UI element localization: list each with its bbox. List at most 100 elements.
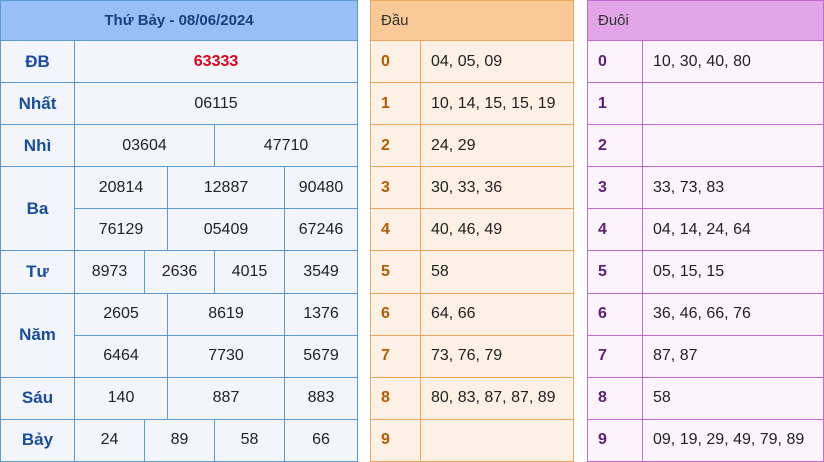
- prize-value: 20814: [74, 166, 168, 210]
- duoi-key: 7: [587, 334, 643, 378]
- dau-values: 04, 05, 09: [420, 40, 574, 84]
- prize-value: 5679: [283, 334, 359, 378]
- prize-value: 2605: [74, 292, 168, 336]
- prize-row-nhat: Nhất 06115: [0, 82, 359, 126]
- dau-values: 10, 14, 15, 15, 19: [420, 82, 574, 126]
- prize-row-nhi: Nhì 03604 47710: [0, 124, 359, 168]
- dau-key: 6: [370, 292, 421, 336]
- prize-row-tu: Tư 8973 2636 4015 3549: [0, 250, 359, 294]
- prize-value: 89: [144, 418, 215, 462]
- prize-value: 887: [167, 376, 285, 420]
- prize-value: 63333: [73, 40, 359, 84]
- prize-value: 90480: [283, 166, 359, 210]
- dau-values: 24, 29: [420, 124, 574, 168]
- duoi-key: 3: [587, 166, 643, 210]
- prize-row-sau: Sáu 140 887 883: [0, 376, 359, 420]
- dau-key: 3: [370, 166, 421, 210]
- prize-row-nam: Năm 2605 8619 1376: [0, 292, 359, 378]
- duoi-header-row: Đuôi: [587, 0, 824, 42]
- dau-row: 3 30, 33, 36: [370, 166, 574, 210]
- prize-value: 58: [214, 418, 285, 462]
- dau-key: 7: [370, 334, 421, 378]
- duoi-title: Đuôi: [587, 0, 824, 42]
- duoi-row: 8 58: [587, 376, 824, 420]
- prize-label-nhi: Nhì: [0, 124, 75, 168]
- dau-key: 9: [370, 418, 421, 462]
- duoi-row: 0 10, 30, 40, 80: [587, 40, 824, 84]
- duoi-key: 0: [587, 40, 643, 84]
- dau-header-row: Đầu: [370, 0, 574, 42]
- prize-label-nam: Năm: [0, 292, 75, 378]
- prize-row-db: ĐB 63333: [0, 40, 359, 84]
- dau-row: 2 24, 29: [370, 124, 574, 168]
- prize-row-ba: Ba 20814 12887 90480: [0, 166, 359, 252]
- prize-label-tu: Tư: [0, 250, 75, 294]
- results-table: Thứ Bảy - 08/06/2024 ĐB 63333 Nhất 06115…: [0, 0, 359, 462]
- dau-key: 2: [370, 124, 421, 168]
- duoi-row: 2: [587, 124, 824, 168]
- dau-key: 5: [370, 250, 421, 294]
- duoi-values: 87, 87: [642, 334, 824, 378]
- duoi-values: 33, 73, 83: [642, 166, 824, 210]
- dau-key: 1: [370, 82, 421, 126]
- dau-values: 40, 46, 49: [420, 208, 574, 252]
- duoi-key: 4: [587, 208, 643, 252]
- duoi-row: 1: [587, 82, 824, 126]
- duoi-values: [642, 82, 824, 126]
- prize-value: 7730: [167, 334, 285, 378]
- prize-label-ba: Ba: [0, 166, 75, 252]
- duoi-row: 4 04, 14, 24, 64: [587, 208, 824, 252]
- duoi-values: 10, 30, 40, 80: [642, 40, 824, 84]
- duoi-table: Đuôi 0 10, 30, 40, 80 1 2 3 33, 73, 83 4 04…: [587, 0, 824, 462]
- prize-value: 4015: [214, 250, 285, 294]
- dau-row: 0 04, 05, 09: [370, 40, 574, 84]
- duoi-key: 5: [587, 250, 643, 294]
- prize-label-bay: Bảy: [0, 418, 75, 462]
- dau-values: 64, 66: [420, 292, 574, 336]
- dau-key: 8: [370, 376, 421, 420]
- results-header-row: Thứ Bảy - 08/06/2024: [0, 0, 359, 42]
- duoi-values: 05, 15, 15: [642, 250, 824, 294]
- duoi-row: 9 09, 19, 29, 49, 79, 89: [587, 418, 824, 462]
- dau-title: Đầu: [370, 0, 574, 42]
- dau-row: 1 10, 14, 15, 15, 19: [370, 82, 574, 126]
- prize-value: 1376: [283, 292, 359, 336]
- dau-table: Đầu 0 04, 05, 09 1 10, 14, 15, 15, 19 2 24,…: [370, 0, 574, 462]
- duoi-row: 3 33, 73, 83: [587, 166, 824, 210]
- dau-row: 9: [370, 418, 574, 462]
- dau-key: 4: [370, 208, 421, 252]
- prize-value: 05409: [167, 208, 285, 252]
- duoi-values: [642, 124, 824, 168]
- dau-row: 8 80, 83, 87, 87, 89: [370, 376, 574, 420]
- prize-value: 2636: [144, 250, 215, 294]
- duoi-values: 58: [642, 376, 824, 420]
- duoi-key: 6: [587, 292, 643, 336]
- prize-row-bay: Bảy 24 89 58 66: [0, 418, 359, 462]
- prize-label-nhat: Nhất: [0, 82, 75, 126]
- prize-value: 6464: [74, 334, 168, 378]
- prize-value: 24: [74, 418, 145, 462]
- dau-values: 80, 83, 87, 87, 89: [420, 376, 574, 420]
- duoi-key: 9: [587, 418, 643, 462]
- prize-value: 06115: [73, 82, 359, 126]
- results-title: Thứ Bảy - 08/06/2024: [0, 0, 359, 42]
- prize-value: 140: [74, 376, 168, 420]
- prize-value: 47710: [213, 124, 359, 168]
- duoi-row: 5 05, 15, 15: [587, 250, 824, 294]
- prize-value: 03604: [74, 124, 215, 168]
- duoi-key: 8: [587, 376, 643, 420]
- prize-label-sau: Sáu: [0, 376, 75, 420]
- dau-values: [420, 418, 574, 462]
- duoi-values: 09, 19, 29, 49, 79, 89: [642, 418, 824, 462]
- dau-row: 6 64, 66: [370, 292, 574, 336]
- prize-value: 67246: [283, 208, 359, 252]
- duoi-row: 7 87, 87: [587, 334, 824, 378]
- dau-values: 30, 33, 36: [420, 166, 574, 210]
- duoi-row: 6 36, 46, 66, 76: [587, 292, 824, 336]
- dau-row: 5 58: [370, 250, 574, 294]
- prize-value: 66: [283, 418, 359, 462]
- prize-value: 3549: [283, 250, 359, 294]
- duoi-key: 1: [587, 82, 643, 126]
- dau-key: 0: [370, 40, 421, 84]
- duoi-key: 2: [587, 124, 643, 168]
